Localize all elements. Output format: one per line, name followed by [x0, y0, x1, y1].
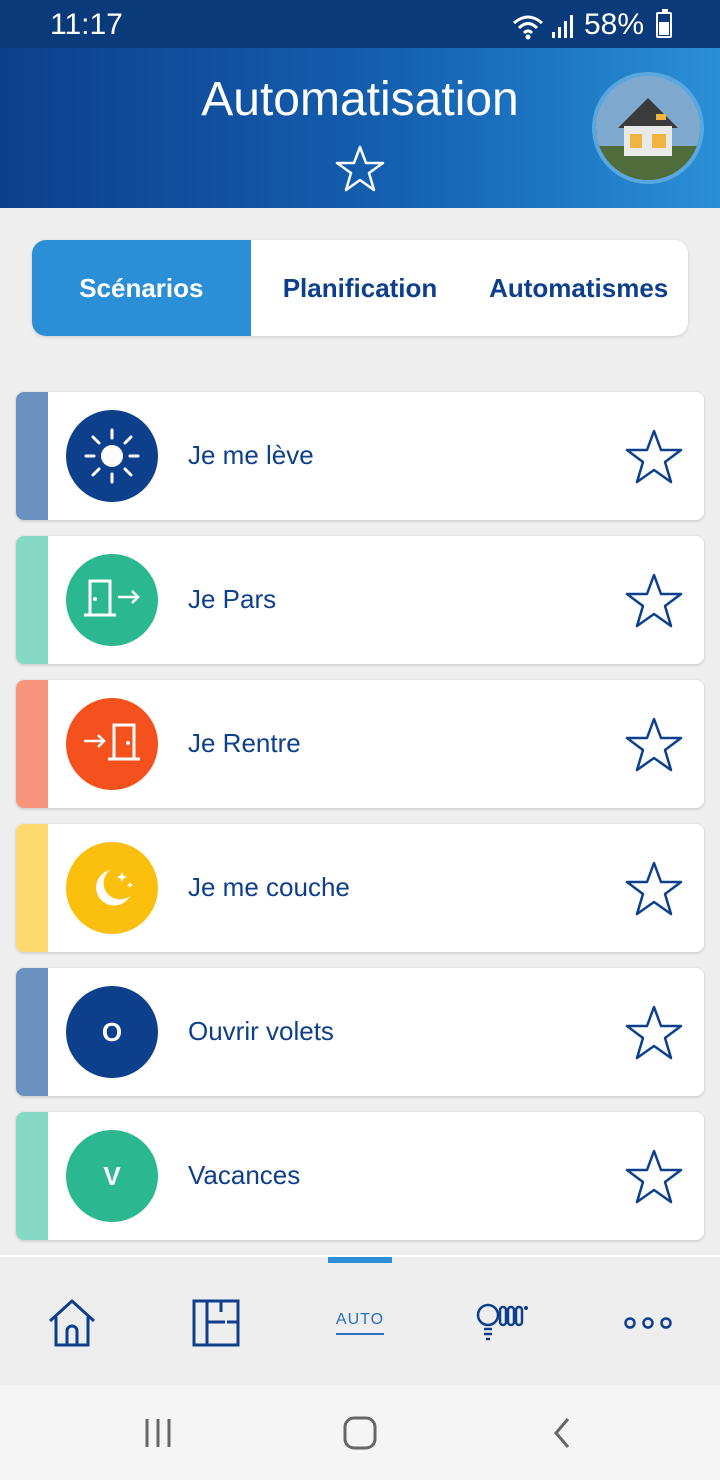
tab-automatismes[interactable]: Automatismes	[469, 240, 688, 336]
door-enter-icon	[66, 698, 158, 790]
home-button[interactable]	[335, 1413, 385, 1453]
card-stripe	[16, 536, 48, 664]
card-stripe	[16, 680, 48, 808]
devices-icon	[476, 1303, 528, 1341]
scenario-card-je-rentre[interactable]: Je Rentre	[16, 680, 704, 808]
status-right: 58%	[512, 8, 672, 42]
scenario-card-je-me-couche[interactable]: Je me couche	[16, 824, 704, 952]
tab-bar: Scénarios Planification Automatismes	[32, 240, 688, 336]
house-photo-icon	[596, 76, 700, 180]
favorite-star-icon[interactable]	[624, 860, 684, 918]
scenario-label: Je Rentre	[188, 728, 301, 758]
icon-letter: O	[101, 1016, 123, 1047]
scenario-label: Ouvrir volets	[188, 1016, 334, 1046]
floorplan-icon	[192, 1299, 240, 1347]
favorite-star-icon[interactable]	[334, 144, 386, 194]
back-chevron-icon	[554, 1418, 570, 1448]
signal-icons	[512, 10, 576, 40]
status-time: 11:17	[50, 8, 123, 41]
letter-avatar-icon: O	[66, 986, 158, 1078]
battery-percent: 58%	[583, 8, 644, 41]
nav-more[interactable]	[608, 1293, 688, 1353]
nav-devices[interactable]	[464, 1293, 544, 1353]
status-bar: 11:17 58%	[0, 0, 720, 48]
battery-icon	[656, 9, 672, 38]
sun-icon	[66, 410, 158, 502]
letter-avatar-icon: V	[66, 1130, 158, 1222]
scenario-label: Vacances	[188, 1160, 301, 1190]
favorite-star-icon[interactable]	[624, 428, 684, 486]
home-square-icon	[343, 1416, 377, 1450]
scenario-card-je-pars[interactable]: Je Pars	[16, 536, 704, 664]
recent-apps-button[interactable]	[133, 1413, 183, 1453]
bottom-nav: AUTO	[0, 1255, 720, 1385]
favorite-star-icon[interactable]	[624, 1148, 684, 1206]
auto-icon: AUTO	[335, 1311, 385, 1335]
nav-active-indicator	[328, 1257, 392, 1263]
avatar[interactable]	[592, 72, 704, 184]
header: Automatisation	[0, 48, 720, 208]
cell-signal-icon	[551, 15, 573, 38]
door-exit-icon	[66, 554, 158, 646]
moon-icon	[66, 842, 158, 934]
favorite-star-icon[interactable]	[624, 716, 684, 774]
card-stripe	[16, 968, 48, 1096]
recent-apps-icon	[145, 1419, 171, 1447]
nav-auto[interactable]: AUTO	[320, 1293, 400, 1353]
scenario-label: Je me lève	[188, 440, 314, 470]
scenario-label: Je Pars	[188, 584, 277, 614]
nav-floorplan[interactable]	[176, 1293, 256, 1353]
favorite-star-icon[interactable]	[624, 1004, 684, 1062]
card-stripe	[16, 824, 48, 952]
tab-planification[interactable]: Planification	[251, 240, 470, 336]
scenario-card-ouvrir-volets[interactable]: O Ouvrir volets	[16, 968, 704, 1096]
favorite-star-icon[interactable]	[624, 572, 684, 630]
more-icon	[624, 1317, 672, 1329]
system-nav-bar	[0, 1385, 720, 1480]
scenario-card-je-me-leve[interactable]: Je me lève	[16, 392, 704, 520]
card-stripe	[16, 1112, 48, 1240]
wifi-icon	[512, 15, 543, 40]
back-button[interactable]	[537, 1413, 587, 1453]
nav-home[interactable]	[32, 1293, 112, 1353]
home-icon	[48, 1299, 96, 1347]
card-stripe	[16, 392, 48, 520]
scenario-card-vacances[interactable]: V Vacances	[16, 1112, 704, 1240]
scenario-list: Je me lève Je Pars Je Rentre Je me couch…	[16, 392, 704, 1256]
tab-scenarios[interactable]: Scénarios	[32, 240, 251, 336]
scenario-label: Je me couche	[188, 872, 350, 902]
icon-letter: V	[103, 1160, 121, 1191]
